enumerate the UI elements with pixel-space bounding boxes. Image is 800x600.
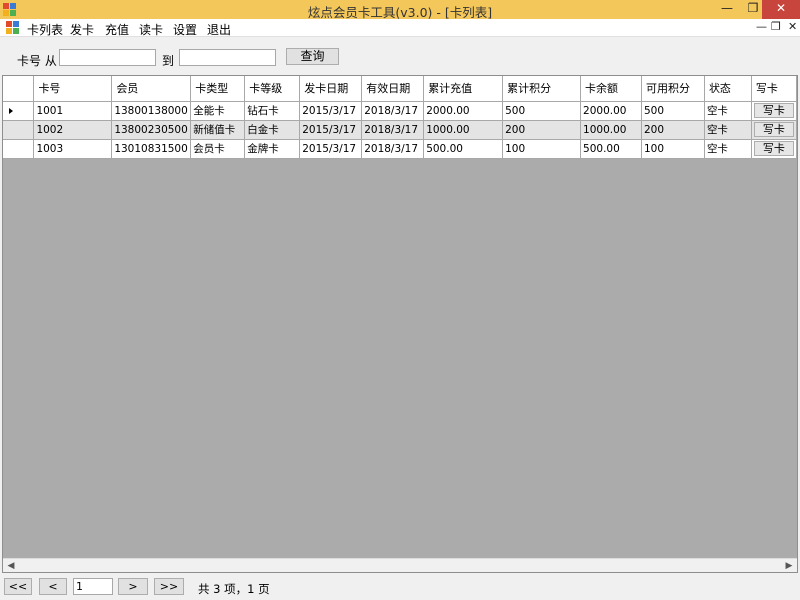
menu-settings[interactable]: 设置 [173, 21, 197, 38]
mdi-child-icon[interactable] [6, 21, 19, 34]
restore-icon: ❐ [747, 1, 759, 15]
menu-issue-card[interactable]: 发卡 [70, 21, 94, 38]
page-number-input[interactable]: 1 [73, 578, 113, 595]
pager-bar: << < 1 > >> 共 3 项，1 页 [0, 574, 800, 600]
horizontal-scrollbar[interactable]: ◀ ▶ [3, 558, 797, 572]
cell-card-type[interactable]: 全能卡 [190, 101, 246, 121]
prev-page-button[interactable]: < [39, 578, 67, 595]
write-card-button[interactable]: 写卡 [753, 122, 794, 137]
cell-total-recharge[interactable]: 2000.00 [423, 101, 504, 121]
write-card-button[interactable]: 写卡 [753, 103, 794, 118]
table-row[interactable]: 1003 13010831500 会员卡 金牌卡 2015/3/17 2018/… [3, 139, 797, 159]
corner-header [3, 76, 35, 102]
cell-issue-date[interactable]: 2015/3/17 [299, 101, 363, 121]
first-page-button[interactable]: << [4, 578, 32, 595]
close-button[interactable]: ✕ [762, 0, 800, 19]
col-card-no[interactable]: 卡号 [33, 76, 113, 102]
cell-card-no[interactable]: 1001 [33, 101, 113, 121]
cell-expire-date[interactable]: 2018/3/17 [361, 120, 425, 140]
cell-status[interactable]: 空卡 [704, 101, 752, 121]
cell-balance[interactable]: 1000.00 [580, 120, 642, 140]
row-header[interactable] [3, 139, 35, 159]
card-grid: 卡号 会员 卡类型 卡等级 发卡日期 有效日期 累计充值 累计积分 卡余额 可用… [2, 75, 798, 573]
close-icon: ✕ [775, 1, 787, 15]
query-button[interactable]: 查询 [286, 48, 339, 65]
cell-balance[interactable]: 2000.00 [580, 101, 642, 121]
filter-panel: 卡号 从 到 查询 [0, 37, 800, 75]
cell-total-recharge[interactable]: 500.00 [423, 139, 504, 159]
cell-member[interactable]: 13010831500 [111, 139, 192, 159]
cell-expire-date[interactable]: 2018/3/17 [361, 101, 425, 121]
last-page-button[interactable]: >> [154, 578, 184, 595]
cell-status[interactable]: 空卡 [704, 120, 752, 140]
cell-total-points[interactable]: 100 [502, 139, 582, 159]
card-table: 卡号 会员 卡类型 卡等级 发卡日期 有效日期 累计充值 累计积分 卡余额 可用… [3, 76, 797, 159]
header-row: 卡号 会员 卡类型 卡等级 发卡日期 有效日期 累计充值 累计积分 卡余额 可用… [3, 76, 797, 102]
next-page-button[interactable]: > [118, 578, 148, 595]
card-from-input[interactable] [59, 49, 156, 66]
card-to-input[interactable] [179, 49, 276, 66]
col-card-type[interactable]: 卡类型 [190, 76, 246, 102]
col-issue-date[interactable]: 发卡日期 [299, 76, 363, 102]
cell-card-no[interactable]: 1002 [33, 120, 113, 140]
menu-recharge[interactable]: 充值 [105, 21, 129, 38]
cell-status[interactable]: 空卡 [704, 139, 752, 159]
cell-write-card: 写卡 [751, 120, 797, 140]
cell-available-points[interactable]: 200 [641, 120, 705, 140]
cell-total-points[interactable]: 200 [502, 120, 582, 140]
col-total-points[interactable]: 累计积分 [502, 76, 582, 102]
menu-exit[interactable]: 退出 [207, 21, 231, 38]
cell-total-points[interactable]: 500 [502, 101, 582, 121]
cell-member[interactable]: 13800230500 [111, 120, 192, 140]
cell-write-card: 写卡 [751, 101, 797, 121]
cell-available-points[interactable]: 100 [641, 139, 705, 159]
current-row-icon [9, 107, 13, 114]
mdi-close-icon[interactable]: ✕ [788, 20, 797, 33]
col-status[interactable]: 状态 [704, 76, 752, 102]
minimize-icon: — [721, 1, 733, 15]
cell-member[interactable]: 13800138000 [111, 101, 192, 121]
col-expire-date[interactable]: 有效日期 [361, 76, 425, 102]
cell-available-points[interactable]: 500 [641, 101, 705, 121]
cell-issue-date[interactable]: 2015/3/17 [299, 139, 363, 159]
cell-card-type[interactable]: 新储值卡 [190, 120, 246, 140]
card-to-label: 到 [162, 54, 175, 68]
col-card-level[interactable]: 卡等级 [244, 76, 301, 102]
row-header[interactable] [3, 101, 35, 121]
menu-read-card[interactable]: 读卡 [139, 21, 163, 38]
scroll-left-icon[interactable]: ◀ [6, 561, 16, 571]
write-card-button[interactable]: 写卡 [753, 141, 794, 156]
col-write-card[interactable]: 写卡 [751, 76, 797, 102]
cell-balance[interactable]: 500.00 [580, 139, 642, 159]
cell-card-level[interactable]: 白金卡 [244, 120, 301, 140]
cell-card-level[interactable]: 钻石卡 [244, 101, 301, 121]
cell-card-type[interactable]: 会员卡 [190, 139, 246, 159]
scroll-right-icon[interactable]: ▶ [784, 561, 794, 571]
menu-bar: 卡列表 发卡 充值 读卡 设置 退出 — ❐ ✕ [0, 19, 800, 37]
col-available-points[interactable]: 可用积分 [641, 76, 705, 102]
cell-expire-date[interactable]: 2018/3/17 [361, 139, 425, 159]
cell-total-recharge[interactable]: 1000.00 [423, 120, 504, 140]
mdi-minimize-icon[interactable]: — [756, 20, 767, 33]
table-row[interactable]: 1001 13800138000 全能卡 钻石卡 2015/3/17 2018/… [3, 101, 797, 121]
col-member[interactable]: 会员 [111, 76, 192, 102]
minimize-button[interactable]: — [714, 0, 740, 19]
col-total-recharge[interactable]: 累计充值 [423, 76, 504, 102]
table-row[interactable]: 1002 13800230500 新储值卡 白金卡 2015/3/17 2018… [3, 120, 797, 140]
row-header[interactable] [3, 120, 35, 140]
mdi-restore-icon[interactable]: ❐ [771, 20, 781, 33]
cell-issue-date[interactable]: 2015/3/17 [299, 120, 363, 140]
cell-card-no[interactable]: 1003 [33, 139, 113, 159]
cell-card-level[interactable]: 金牌卡 [244, 139, 301, 159]
title-bar: 炫点会员卡工具(v3.0) - [卡列表] — ❐ ✕ [0, 0, 800, 20]
card-from-label: 卡号 从 [17, 54, 57, 68]
col-balance[interactable]: 卡余额 [580, 76, 642, 102]
cell-write-card: 写卡 [751, 139, 797, 159]
menu-card-list[interactable]: 卡列表 [27, 21, 63, 38]
page-summary: 共 3 项，1 页 [198, 582, 270, 596]
